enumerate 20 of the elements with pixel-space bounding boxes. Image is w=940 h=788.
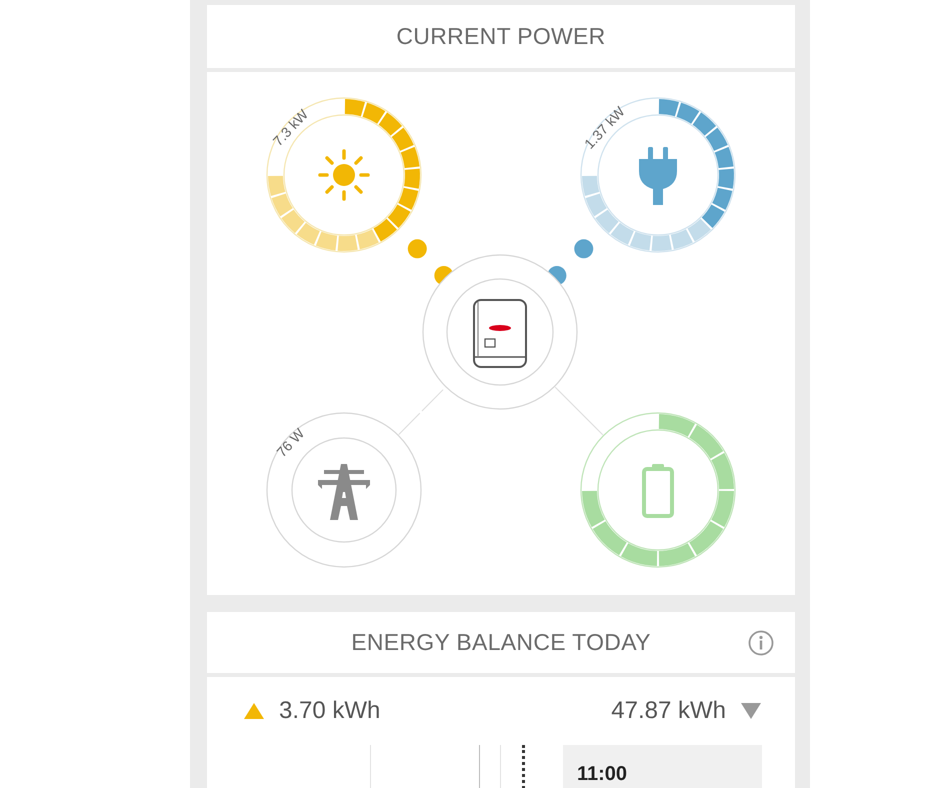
consumed-energy: 47.87 kWh [611,697,726,725]
section-title: ENERGY BALANCE TODAY [351,629,651,656]
section-title: CURRENT POWER [396,23,606,50]
triangle-down-icon [740,702,762,720]
connector-line [554,386,604,436]
inverter-icon [473,299,527,368]
flow-dot [408,239,427,258]
triangle-up-icon [243,702,265,720]
produced-energy: 3.70 kWh [279,697,380,725]
connector-line [398,387,446,435]
sun-icon [318,149,370,201]
battery-icon [642,464,674,518]
power-reading: 76 W [273,425,308,460]
flow-dot [574,239,594,258]
time-label: 11:00 [577,763,628,785]
plug-icon [639,147,677,205]
power-reading: 7.3 kW [270,106,312,149]
info-icon[interactable] [748,630,774,656]
time-marker [522,745,525,788]
pylon-icon [318,464,370,520]
